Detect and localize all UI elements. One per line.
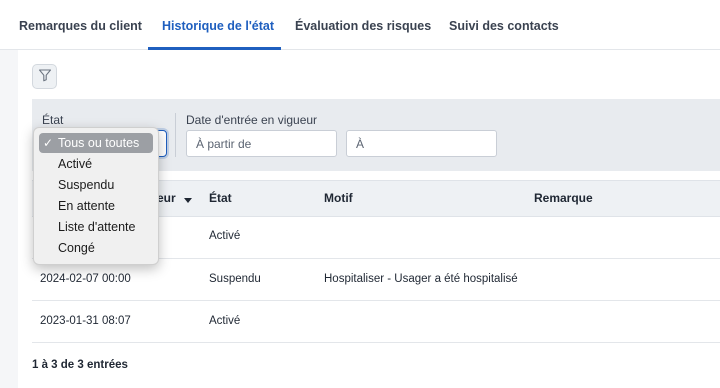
tab-suivi-contacts[interactable]: Suivi des contacts [449, 19, 559, 33]
sort-descending-icon[interactable] [184, 198, 192, 203]
filter-icon [38, 68, 52, 85]
dropdown-option-suspendu[interactable]: Suspendu [58, 178, 114, 192]
dropdown-option-liste-attente[interactable]: Liste d'attente [58, 220, 135, 234]
tab-historique-etat[interactable]: Historique de l'état [162, 19, 274, 33]
dropdown-option-tous[interactable]: Tous ou toutes [58, 136, 139, 150]
cell-state: Suspendu [209, 273, 261, 285]
effective-date-label: Date d'entrée en vigueur [186, 113, 318, 127]
date-to-input[interactable] [346, 130, 497, 157]
dropdown-option-conge[interactable]: Congé [58, 241, 95, 255]
date-from-input[interactable] [186, 130, 337, 157]
table-row[interactable] [32, 301, 720, 343]
column-header-etat[interactable]: État [209, 191, 232, 205]
checkmark-icon: ✓ [43, 136, 54, 150]
cell-state: Activé [209, 230, 241, 242]
column-header-motif[interactable]: Motif [324, 191, 353, 205]
state-filter-label: État [42, 113, 64, 127]
cell-state: Activé [209, 315, 241, 327]
cell-date: 2023-01-31 08:07 [40, 315, 131, 327]
tab-evaluation-risques[interactable]: Évaluation des risques [295, 19, 431, 33]
tab-bar: Remarques du client Historique de l'état… [0, 0, 720, 50]
entries-count: 1 à 3 de 3 entrées [32, 359, 128, 371]
column-header-remarque[interactable]: Remarque [534, 191, 593, 205]
dropdown-option-en-attente[interactable]: En attente [58, 199, 115, 213]
cell-reason: Hospitaliser - Usager a été hospitalisé [324, 273, 518, 285]
filter-divider [175, 113, 176, 157]
cell-date: 2024-02-07 00:00 [40, 273, 131, 285]
dropdown-option-active[interactable]: Activé [58, 157, 92, 171]
tab-remarques-client[interactable]: Remarques du client [19, 19, 142, 33]
column-header-date[interactable]: eur [157, 191, 176, 205]
filter-toggle-button[interactable] [32, 64, 57, 89]
